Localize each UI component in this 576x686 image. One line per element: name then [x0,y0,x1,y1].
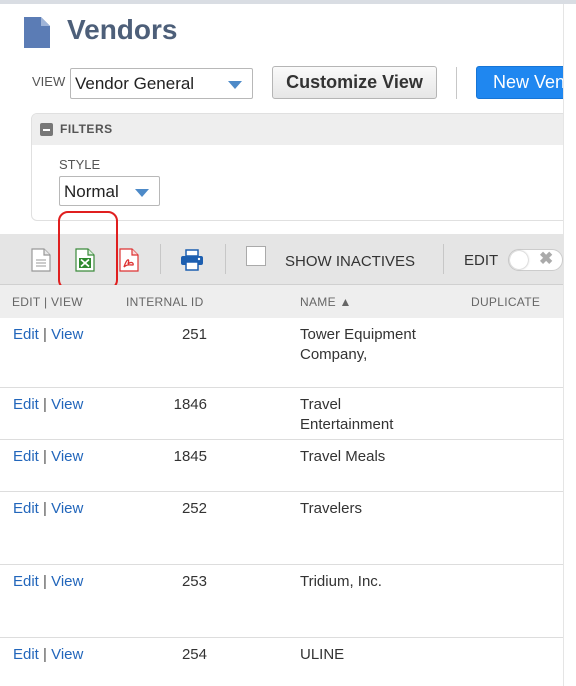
show-inactives-label: SHOW INACTIVES [285,253,416,270]
edit-label: EDIT [464,252,499,269]
column-header-duplicate[interactable]: DUPLICATE [471,295,540,309]
vendor-name: Travelers [300,500,362,517]
style-select[interactable]: Normal [59,176,160,206]
view-select[interactable]: Vendor General [70,68,253,99]
print-icon[interactable] [180,249,204,271]
vendor-name: Travel Meals [300,448,386,465]
document-icon [24,17,50,48]
view-select-value: Vendor General [75,74,195,93]
dropdown-arrow-icon [135,189,149,197]
view-label: VIEW [32,74,66,89]
table-row: Edit | View 254 ULINE [0,638,563,686]
dropdown-arrow-icon [228,81,242,89]
internal-id: 253 [181,573,207,590]
vendor-name: Tower Equipment Company, [300,326,416,363]
filters-header[interactable]: FILTERS [32,114,575,145]
table-row: Edit | View 252 Travelers [0,492,563,565]
toggle-knob [510,251,528,269]
table-row: Edit | View 1846 Travel Entertainment [0,388,563,440]
divider [225,244,226,274]
column-header-name[interactable]: NAME ▲ [300,295,352,309]
table-row: Edit | View 1845 Travel Meals [0,440,563,492]
style-label: STYLE [59,157,101,172]
table-row: Edit | View 253 Tridium, Inc. [0,565,563,638]
internal-id: 252 [181,500,207,517]
internal-id: 251 [181,326,207,343]
edit-toggle[interactable]: ✖ [508,249,563,271]
show-inactives-checkbox[interactable] [246,246,266,266]
top-border [0,0,576,4]
page-title: Vendors [67,14,178,45]
divider [456,67,457,99]
table-row: Edit | View 251 Tower Equipment Company, [0,318,563,388]
vendor-name: Tridium, Inc. [300,573,382,590]
divider [160,244,161,274]
page-edge [563,4,576,686]
column-header-internal-id[interactable]: INTERNAL ID [126,295,204,309]
internal-id: 1845 [173,448,207,465]
new-vendor-button[interactable]: New Vendor [476,66,576,99]
internal-id: 1846 [173,396,207,413]
internal-id: 254 [181,646,207,663]
vendor-name: Travel Entertainment [300,396,394,433]
divider [443,244,444,274]
vendor-name: ULINE [300,646,345,663]
highlight-box [58,211,118,290]
export-text-icon[interactable] [31,248,51,272]
column-header-edit-view: EDIT | VIEW [12,295,83,309]
table-header: EDIT | VIEW INTERNAL ID NAME ▲ DUPLICATE [0,285,563,318]
filters-label: FILTERS [60,122,113,136]
style-select-value: Normal [64,182,119,201]
export-pdf-icon[interactable] [119,248,139,272]
close-icon: ✖ [539,249,554,268]
customize-view-button[interactable]: Customize View [272,66,437,99]
collapse-icon[interactable] [40,123,53,136]
